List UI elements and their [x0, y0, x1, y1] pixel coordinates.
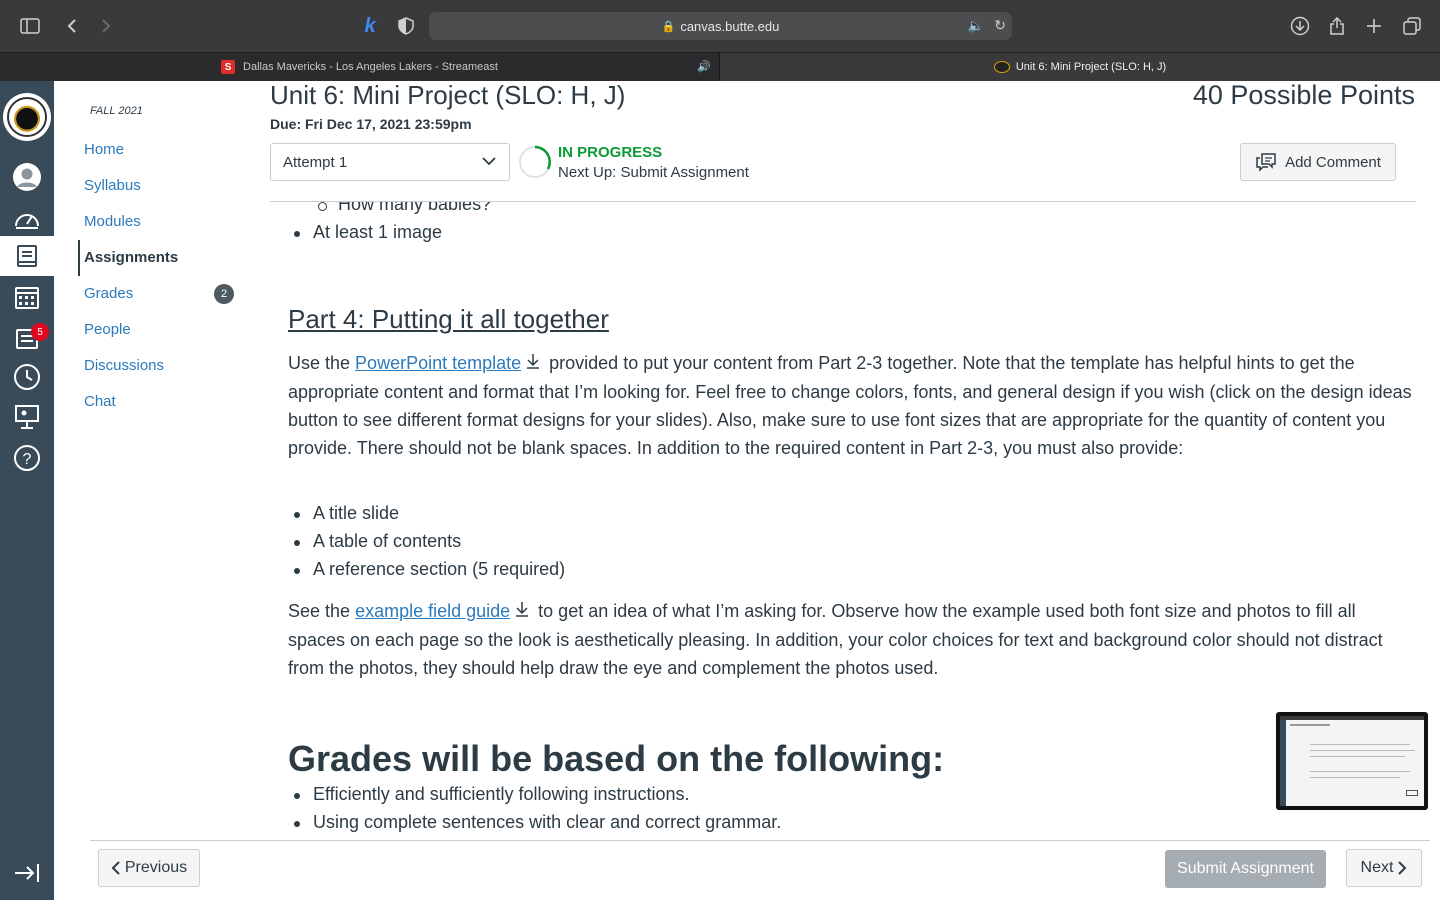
- next-up-text: Next Up: Submit Assignment: [558, 164, 749, 181]
- forward-icon[interactable]: [94, 14, 118, 38]
- grades-heading: Grades will be based on the following:: [288, 738, 945, 779]
- list-item: At least 1 image: [293, 222, 443, 242]
- footer-divider: [90, 840, 1430, 841]
- comment-icon: [1256, 153, 1276, 172]
- url-text: canvas.butte.edu: [680, 18, 780, 34]
- progress-ring-icon: [519, 145, 551, 178]
- assignment-description[interactable]: How many babies? At least 1 image Part 4…: [270, 202, 1416, 839]
- extension-icon[interactable]: k: [358, 14, 382, 38]
- example-field-guide-link[interactable]: example field guide: [355, 601, 510, 621]
- list-item: A reference section (5 required): [293, 559, 566, 579]
- course-nav-chat[interactable]: Chat: [84, 393, 116, 410]
- course-nav: FALL 2021 Home Syllabus Modules Assignme…: [54, 81, 250, 900]
- tab-canvas-assignment[interactable]: Unit 6: Mini Project (SLO: H, J): [720, 53, 1440, 81]
- svg-text:?: ?: [23, 451, 32, 468]
- list-item: Using complete sentences with clear and …: [293, 812, 782, 832]
- course-nav-home[interactable]: Home: [84, 141, 124, 158]
- course-nav-people[interactable]: People: [84, 321, 131, 338]
- new-tab-icon[interactable]: [1362, 14, 1386, 38]
- part4-paragraph: Use the PowerPoint template provided to p…: [288, 349, 1413, 462]
- field-guide-paragraph: See the example field guide to get an ide…: [288, 597, 1413, 682]
- term-label: FALL 2021: [90, 105, 143, 117]
- streameast-favicon: S: [221, 60, 236, 74]
- attempt-value: Attempt 1: [283, 154, 348, 171]
- chevron-left-icon: [111, 861, 120, 875]
- screenshot-thumbnail[interactable]: [1276, 712, 1428, 810]
- status-badge: IN PROGRESS: [558, 144, 663, 161]
- tab-strip: S Dallas Mavericks - Los Angeles Lakers …: [0, 52, 1440, 81]
- tab-streameast[interactable]: S Dallas Mavericks - Los Angeles Lakers …: [0, 53, 720, 81]
- courses-icon[interactable]: [0, 236, 54, 276]
- course-nav-discussions[interactable]: Discussions: [84, 357, 164, 374]
- part4-heading: Part 4: Putting it all together: [288, 304, 609, 334]
- tab-label: Dallas Mavericks - Los Angeles Lakers - …: [243, 61, 498, 73]
- inbox-unread-badge: 5: [31, 323, 49, 341]
- download-icon[interactable]: [514, 598, 532, 626]
- sidebar-toggle-icon[interactable]: [18, 14, 42, 38]
- next-label: Next: [1360, 859, 1394, 876]
- speaker-icon[interactable]: 🔊: [697, 60, 711, 73]
- tab-overview-icon[interactable]: [1400, 14, 1424, 38]
- share-icon[interactable]: [1325, 14, 1349, 38]
- assignment-title: Unit 6: Mini Project (SLO: H, J): [270, 80, 626, 110]
- calendar-icon[interactable]: [0, 277, 54, 317]
- dashboard-icon[interactable]: [0, 199, 54, 239]
- list-item: A title slide: [293, 503, 400, 523]
- possible-points: 40 Possible Points: [1192, 80, 1415, 110]
- global-nav: 5 ?: [0, 81, 54, 900]
- course-nav-assignments[interactable]: Assignments: [84, 249, 178, 266]
- inbox-icon[interactable]: 5: [0, 317, 54, 357]
- due-date: Due: Fri Dec 17, 2021 23:59pm: [270, 116, 472, 132]
- add-comment-button[interactable]: Add Comment: [1240, 143, 1396, 181]
- address-bar[interactable]: 🔒 canvas.butte.edu 🔈 ↻: [429, 12, 1012, 40]
- tab-label: Unit 6: Mini Project (SLO: H, J): [1015, 61, 1167, 73]
- back-icon[interactable]: [60, 14, 84, 38]
- course-nav-syllabus[interactable]: Syllabus: [84, 177, 141, 194]
- previous-label: Previous: [124, 859, 188, 876]
- grades-badge: 2: [214, 284, 234, 304]
- chevron-down-icon: [481, 153, 497, 173]
- previous-button[interactable]: Previous: [98, 849, 200, 887]
- course-nav-grades[interactable]: Grades: [84, 285, 133, 302]
- audio-playing-icon[interactable]: 🔈: [968, 18, 984, 34]
- privacy-shield-icon[interactable]: [394, 14, 418, 38]
- course-nav-modules[interactable]: Modules: [84, 213, 141, 230]
- downloads-icon[interactable]: [1288, 14, 1312, 38]
- reload-icon[interactable]: ↻: [994, 17, 1006, 34]
- history-icon[interactable]: [0, 357, 54, 397]
- powerpoint-template-link[interactable]: PowerPoint template: [355, 353, 521, 373]
- chevron-right-icon: [1398, 861, 1407, 875]
- submit-assignment-button[interactable]: Submit Assignment: [1165, 850, 1326, 888]
- list-item: Efficiently and sufficiently following i…: [294, 784, 690, 804]
- download-icon[interactable]: [525, 350, 543, 378]
- butte-favicon: [993, 61, 1010, 73]
- college-logo[interactable]: [3, 93, 51, 141]
- studio-icon[interactable]: [0, 397, 54, 437]
- lock-icon: 🔒: [661, 20, 676, 33]
- add-comment-label: Add Comment: [1285, 153, 1381, 171]
- collapse-nav-icon[interactable]: [13, 862, 41, 889]
- next-button[interactable]: Next: [1346, 849, 1422, 887]
- list-item: A table of contents: [293, 531, 462, 551]
- active-indicator: [78, 240, 80, 276]
- attempt-select[interactable]: Attempt 1: [270, 143, 510, 181]
- help-icon[interactable]: ?: [0, 438, 54, 478]
- list-item: How many babies?: [317, 202, 491, 215]
- browser-toolbar: k 🔒 canvas.butte.edu 🔈 ↻: [0, 0, 1440, 52]
- account-icon[interactable]: [0, 157, 54, 197]
